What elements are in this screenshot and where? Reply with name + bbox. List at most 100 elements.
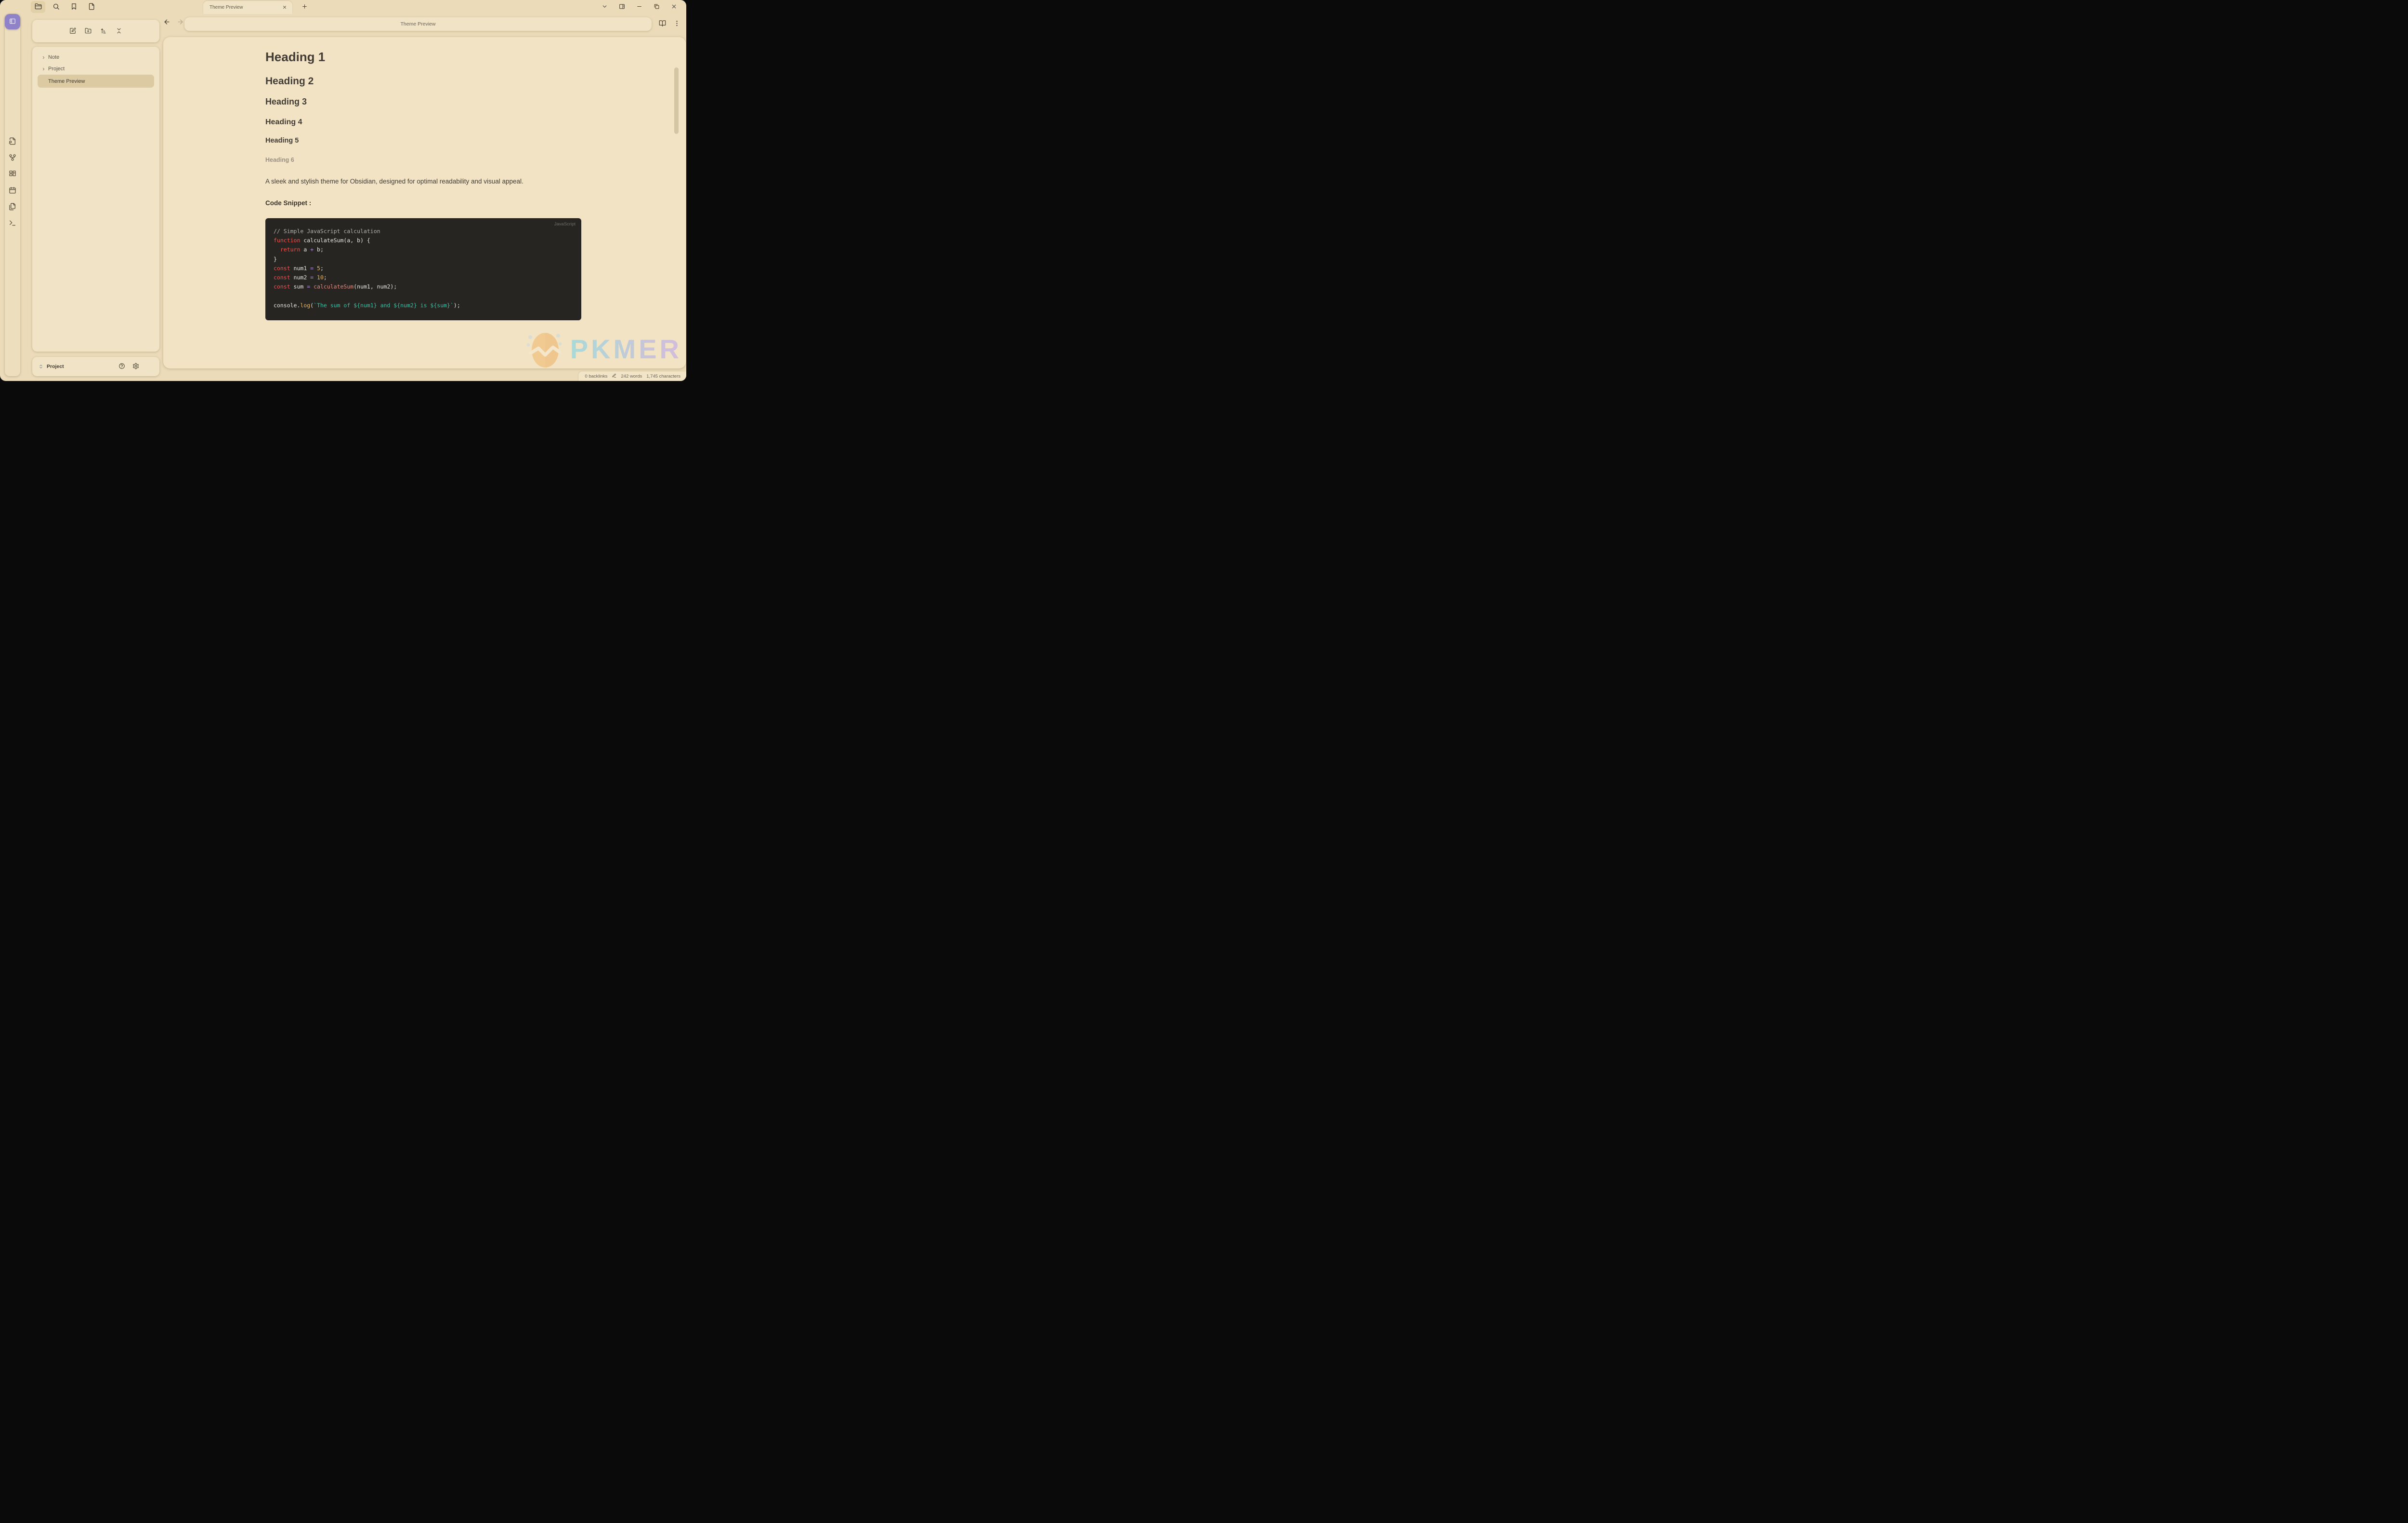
window-controls bbox=[599, 1, 680, 13]
collapse-all-button[interactable] bbox=[115, 27, 123, 35]
calendar-icon bbox=[9, 187, 16, 196]
panel-left-icon bbox=[9, 18, 16, 26]
help-button[interactable] bbox=[118, 363, 126, 370]
tab-theme-preview[interactable]: Theme Preview bbox=[203, 1, 292, 14]
tab-list-dropdown-button[interactable] bbox=[599, 1, 611, 13]
close-window-button[interactable] bbox=[668, 1, 680, 13]
view-header[interactable]: Theme Preview bbox=[184, 17, 652, 31]
character-count[interactable]: 1,745 characters bbox=[646, 374, 681, 379]
sort-ascending-icon bbox=[100, 28, 107, 36]
navigation-history bbox=[163, 18, 184, 26]
new-folder-icon bbox=[85, 27, 92, 36]
file-item[interactable]: Theme Preview bbox=[38, 75, 154, 88]
calendar-button[interactable] bbox=[9, 186, 16, 194]
backlinks-count[interactable]: 0 backlinks bbox=[585, 374, 607, 379]
word-count[interactable]: 242 words bbox=[621, 374, 642, 379]
vault-name: Project bbox=[47, 364, 64, 369]
new-note-button[interactable] bbox=[69, 27, 77, 35]
graph-view-button[interactable] bbox=[9, 154, 16, 161]
right-sidebar-toggle-button[interactable] bbox=[616, 1, 628, 13]
navigate-forward-button[interactable] bbox=[177, 18, 184, 26]
obsidian-window: Theme Preview Note Project Theme Preview… bbox=[0, 0, 686, 381]
code-line: function calculateSum(a, b) { bbox=[274, 237, 370, 244]
file-icon bbox=[88, 3, 95, 12]
close-icon bbox=[282, 4, 287, 11]
paragraph: A sleek and stylish theme for Obsidian, … bbox=[265, 177, 523, 185]
chevron-down-icon bbox=[602, 3, 608, 11]
terminal-button[interactable] bbox=[9, 219, 16, 227]
code-line: return a + b; bbox=[280, 246, 324, 253]
folder-item[interactable]: Project bbox=[38, 63, 154, 75]
code-content: // Simple JavaScript calculation function… bbox=[274, 227, 574, 310]
chevron-right-icon bbox=[41, 67, 46, 71]
dashboard-button[interactable] bbox=[9, 170, 16, 178]
code-language-badge: JavaScript bbox=[554, 221, 576, 227]
search-button[interactable] bbox=[49, 1, 63, 13]
new-tab-button[interactable] bbox=[301, 3, 308, 11]
folder-item[interactable]: Note bbox=[38, 52, 154, 63]
heading-6: Heading 6 bbox=[265, 156, 294, 163]
quick-access-toolbar bbox=[31, 1, 99, 13]
new-folder-button[interactable] bbox=[84, 27, 92, 35]
code-line: const num2 = 10; bbox=[274, 274, 327, 281]
git-fork-icon bbox=[9, 154, 16, 163]
status-bar: 0 backlinks 242 words 1,745 characters bbox=[578, 371, 686, 381]
code-line: } bbox=[274, 255, 277, 263]
bookmarks-button[interactable] bbox=[66, 1, 81, 13]
heading-4: Heading 4 bbox=[265, 118, 302, 126]
titlebar: Theme Preview bbox=[0, 0, 686, 14]
code-line: console.log(`The sum of ${num1} and ${nu… bbox=[274, 302, 460, 309]
pkmer-logo-icon bbox=[526, 333, 562, 368]
close-icon bbox=[671, 3, 677, 11]
file-list: Note Project Theme Preview bbox=[32, 47, 159, 352]
code-line: const num1 = 5; bbox=[274, 264, 324, 272]
new-note-icon bbox=[69, 27, 76, 36]
note-body: Heading 1 Heading 2 Heading 3 Heading 4 … bbox=[163, 50, 686, 320]
sort-button[interactable] bbox=[100, 27, 107, 35]
note-editor[interactable]: Heading 1 Heading 2 Heading 3 Heading 4 … bbox=[163, 37, 686, 368]
ribbon-actions bbox=[9, 137, 16, 227]
files-toggle-button[interactable] bbox=[31, 1, 45, 13]
settings-button[interactable] bbox=[132, 363, 140, 370]
edit-mode-icon[interactable] bbox=[612, 373, 616, 380]
reading-mode-button[interactable] bbox=[658, 20, 667, 28]
restore-button[interactable] bbox=[651, 1, 663, 13]
item-label: Project bbox=[48, 66, 65, 72]
help-circle-icon bbox=[118, 363, 125, 371]
more-options-button[interactable] bbox=[672, 20, 681, 28]
navigate-back-button[interactable] bbox=[163, 18, 170, 26]
file-explorer: Note Project Theme Preview Project bbox=[32, 20, 159, 376]
item-label: Theme Preview bbox=[48, 78, 85, 84]
bookmark-icon bbox=[70, 3, 78, 12]
file-search-icon bbox=[9, 137, 16, 146]
vault-switcher[interactable]: Project bbox=[39, 363, 64, 370]
templates-button[interactable] bbox=[9, 203, 16, 210]
item-label: Note bbox=[48, 54, 60, 60]
left-sidebar-toggle-button[interactable] bbox=[5, 14, 20, 29]
vault-bar: Project bbox=[32, 357, 159, 376]
file-search-button[interactable] bbox=[9, 137, 16, 145]
code-line: // Simple JavaScript calculation bbox=[274, 227, 380, 235]
arrow-right-icon bbox=[177, 19, 184, 27]
chevron-right-icon bbox=[41, 55, 46, 60]
arrow-left-icon bbox=[163, 19, 170, 27]
plus-icon bbox=[301, 4, 308, 11]
heading-3: Heading 3 bbox=[265, 97, 307, 107]
minimize-button[interactable] bbox=[633, 1, 645, 13]
new-file-button[interactable] bbox=[84, 1, 99, 13]
chevrons-up-down-icon bbox=[39, 363, 43, 370]
search-icon bbox=[52, 3, 60, 12]
heading-1: Heading 1 bbox=[265, 50, 326, 64]
scrollbar-thumb[interactable] bbox=[674, 67, 679, 134]
files-icon bbox=[9, 203, 16, 212]
view-title: Theme Preview bbox=[400, 21, 436, 27]
panel-right-icon bbox=[619, 3, 625, 11]
restore-icon bbox=[654, 3, 660, 11]
code-snippet-label: Code Snippet : bbox=[265, 199, 312, 207]
more-vertical-icon bbox=[673, 20, 681, 28]
code-block[interactable]: JavaScript // Simple JavaScript calculat… bbox=[265, 218, 581, 320]
explorer-toolbar bbox=[32, 20, 159, 42]
collapse-all-icon bbox=[116, 28, 122, 36]
tab-close-button[interactable] bbox=[281, 4, 288, 11]
